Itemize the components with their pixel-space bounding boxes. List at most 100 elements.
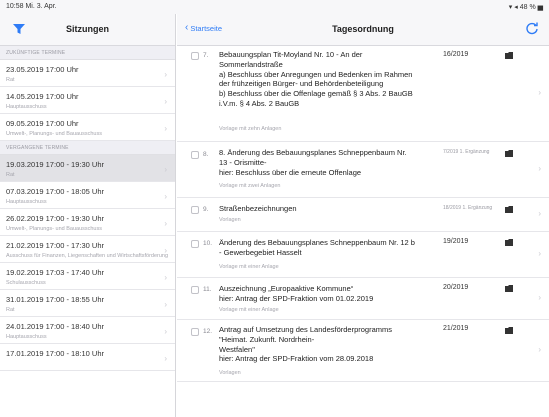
document-icon[interactable] — [505, 327, 513, 334]
session-row[interactable]: 19.03.2019 17:00 - 19:30 Uhr Rat › — [0, 155, 175, 182]
agenda-item[interactable]: 9. Straßenbezeichnungen Vorlagen 18/2019 1.… — [177, 198, 549, 232]
session-body: Ausschuss für Finanzen, Liegenschaften u… — [6, 253, 169, 259]
chevron-right-icon: › — [538, 293, 541, 302]
agenda-item[interactable]: 12. Antrag auf Umsetzung des Landesförder… — [177, 320, 549, 382]
session-body: Umwelt-, Planungs- und Bauausschuss — [6, 131, 102, 137]
item-title: Bebauungsplan Tit-Moyland Nr. 10 - An de… — [219, 50, 413, 108]
session-row[interactable]: 19.02.2019 17:03 - 17:40 Uhr Schulausschu… — [0, 263, 175, 290]
item-number: 12. — [203, 328, 213, 335]
agenda-item[interactable]: 7. Bebauungsplan Tit-Moyland Nr. 10 - An … — [177, 46, 549, 142]
document-icon[interactable] — [505, 285, 513, 292]
document-icon[interactable] — [505, 239, 513, 246]
document-icon[interactable] — [505, 150, 513, 157]
section-header: VERGANGENE TERMINE — [0, 141, 175, 155]
session-body: Rat — [6, 172, 15, 178]
session-row[interactable]: 21.02.2019 17:00 - 17:30 Uhr Ausschuss fü… — [0, 236, 175, 263]
chevron-right-icon: › — [164, 70, 167, 79]
item-title: Antrag auf Umsetzung des Landesförderpro… — [219, 325, 393, 364]
item-attachments: Vorlage mit einer Anlage — [219, 307, 279, 313]
session-time: 23.05.2019 17:00 Uhr — [6, 65, 79, 74]
item-reference: 21/2019 — [443, 325, 469, 332]
chevron-right-icon: › — [164, 192, 167, 201]
session-time: 31.01.2019 17:00 - 18:55 Uhr — [6, 295, 104, 304]
session-body: Umwelt-, Planungs- und Bauausschuss — [6, 226, 102, 232]
item-number: 11. — [203, 286, 212, 293]
nav-bar: ‹ Startseite Tagesordnung — [177, 14, 549, 46]
section-header: ZUKÜNFTIGE TERMINE — [0, 46, 175, 60]
session-list: ZUKÜNFTIGE TERMINE 23.05.2019 17:00 Uhr Ra… — [0, 46, 175, 371]
item-attachments: Vorlage mit zwei Anlagen — [219, 183, 281, 189]
checkbox[interactable] — [191, 151, 199, 159]
chevron-right-icon: › — [538, 88, 541, 97]
session-row[interactable]: 07.03.2019 17:00 - 18:05 Uhr Hauptausschu… — [0, 182, 175, 209]
chevron-right-icon: › — [164, 327, 167, 336]
status-indicators: ▾ ◂ 48 % ▅ — [508, 4, 543, 11]
item-reference: 18/2019 1. Ergänzung — [443, 205, 493, 211]
document-icon[interactable] — [505, 52, 513, 59]
document-icon[interactable] — [505, 206, 513, 213]
item-title: Auszeichnung „Europaaktive Kommune“ hier… — [219, 284, 374, 303]
item-attachments: Vorlage mit einer Anlage — [219, 264, 279, 270]
session-body: Schulausschuss — [6, 280, 46, 286]
chevron-right-icon: › — [164, 124, 167, 133]
sidebar-header: Sitzungen — [0, 14, 175, 46]
session-time: 14.05.2019 17:00 Uhr — [6, 92, 79, 101]
session-time: 09.05.2019 17:00 Uhr — [6, 119, 79, 128]
session-time: 17.01.2019 17:00 - 18:10 Uhr — [6, 349, 104, 358]
chevron-right-icon: › — [164, 354, 167, 363]
session-row[interactable]: 17.01.2019 17:00 - 18:10 Uhr › — [0, 344, 175, 371]
item-attachments: Vorlagen — [219, 370, 241, 376]
chevron-right-icon: › — [538, 345, 541, 354]
item-title: Straßenbezeichnungen — [219, 204, 297, 213]
checkbox[interactable] — [191, 328, 199, 336]
item-number: 7. — [203, 52, 209, 59]
session-row[interactable]: 23.05.2019 17:00 Uhr Rat › — [0, 60, 175, 87]
sidebar-title: Sitzungen — [66, 24, 109, 34]
session-row[interactable]: 26.02.2019 17:00 - 19:30 Uhr Umwelt-, Pla… — [0, 209, 175, 236]
session-body: Hauptausschuss — [6, 199, 47, 205]
checkbox[interactable] — [191, 52, 199, 60]
chevron-right-icon: › — [538, 209, 541, 218]
checkbox[interactable] — [191, 240, 199, 248]
item-reference: 7/2019 1. Ergänzung — [443, 149, 490, 155]
item-number: 8. — [203, 151, 209, 158]
item-reference: 19/2019 — [443, 238, 469, 245]
chevron-right-icon: › — [164, 97, 167, 106]
session-body: Hauptausschuss — [6, 334, 47, 340]
session-row[interactable]: 09.05.2019 17:00 Uhr Umwelt-, Planungs- u… — [0, 114, 175, 141]
session-time: 19.02.2019 17:03 - 17:40 Uhr — [6, 268, 104, 277]
session-row[interactable]: 31.01.2019 17:00 - 18:55 Uhr Rat › — [0, 290, 175, 317]
chevron-right-icon: › — [538, 164, 541, 173]
refresh-icon[interactable] — [525, 21, 539, 35]
session-body: Hauptausschuss — [6, 104, 47, 110]
agenda-item[interactable]: 10. Änderung des Bebauungsplanes Schneppe… — [177, 232, 549, 278]
page-title: Tagesordnung — [332, 24, 394, 34]
session-body: Rat — [6, 77, 15, 83]
item-title: Änderung des Bebauungsplanes Schneppenba… — [219, 238, 415, 257]
chevron-right-icon: › — [164, 165, 167, 174]
item-title: 8. Änderung des Bebauungsplanes Schneppe… — [219, 148, 407, 177]
agenda-item[interactable]: 8. 8. Änderung des Bebauungsplanes Schnep… — [177, 142, 549, 198]
chevron-right-icon: › — [164, 246, 167, 255]
item-number: 10. — [203, 240, 213, 247]
session-body: Rat — [6, 307, 15, 313]
agenda-item[interactable]: 11. Auszeichnung „Europaaktive Kommune“ h… — [177, 278, 549, 320]
item-attachments: Vorlagen — [219, 217, 241, 223]
checkbox[interactable] — [191, 286, 199, 294]
item-reference: 20/2019 — [443, 284, 469, 291]
session-row[interactable]: 14.05.2019 17:00 Uhr Hauptausschuss › — [0, 87, 175, 114]
agenda-panel: ‹ Startseite Tagesordnung 7. Bebauungspla… — [177, 14, 549, 417]
session-time: 24.01.2019 17:00 - 18:40 Uhr — [6, 322, 104, 331]
session-time: 07.03.2019 17:00 - 18:05 Uhr — [6, 187, 104, 196]
chevron-right-icon: › — [538, 249, 541, 258]
session-time: 26.02.2019 17:00 - 19:30 Uhr — [6, 214, 104, 223]
checkbox[interactable] — [191, 206, 199, 214]
session-time: 21.02.2019 17:00 - 17:30 Uhr — [6, 241, 104, 250]
chevron-right-icon: › — [164, 219, 167, 228]
chevron-right-icon: › — [164, 273, 167, 282]
sidebar: Sitzungen ZUKÜNFTIGE TERMINE 23.05.2019 1… — [0, 14, 176, 417]
session-row[interactable]: 24.01.2019 17:00 - 18:40 Uhr Hauptausschu… — [0, 317, 175, 344]
item-attachments: Vorlage mit zehn Anlagen — [219, 126, 282, 132]
item-number: 9. — [203, 206, 209, 213]
agenda-list: 7. Bebauungsplan Tit-Moyland Nr. 10 - An … — [177, 46, 549, 382]
